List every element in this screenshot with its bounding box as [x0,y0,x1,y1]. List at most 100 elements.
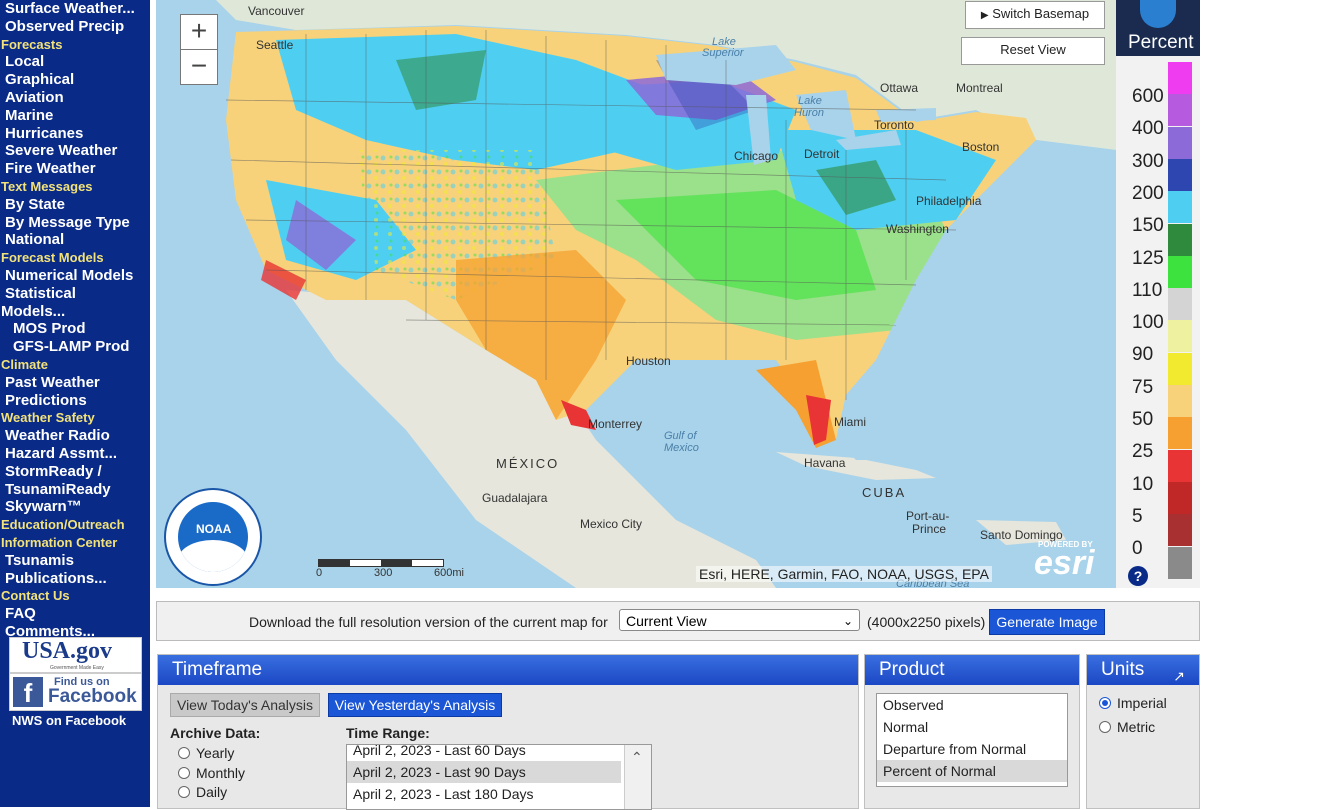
map-label-washington: Washington [886,222,949,236]
noaa-logo: NOAA [164,488,262,586]
units-imperial-radio[interactable]: Imperial [1099,695,1167,711]
sidebar-nav-link[interactable]: FAQ [0,605,150,623]
legend-swatch [1168,288,1192,321]
help-icon[interactable]: ? [1128,566,1148,586]
archive-daily-radio[interactable]: Daily [178,784,227,800]
sidebar-nav-link[interactable]: Numerical Models [0,267,150,285]
download-extent-select[interactable]: Current View ⌄ [619,609,860,631]
legend-header: Percent [1116,0,1200,56]
precip-map[interactable]: + − ▶ Switch Basemap Reset View Vancouve… [156,0,1116,588]
product-option-departure[interactable]: Departure from Normal [877,738,1067,760]
sidebar-nav-link[interactable]: Publications... [0,570,150,588]
sidebar-nav-link[interactable]: Statistical [0,285,150,303]
legend-swatch [1168,94,1192,127]
usagov-logo[interactable]: USA.gov Government Made Easy [9,637,142,673]
nws-facebook-link[interactable]: NWS on Facebook [12,713,126,728]
legend-label: 0 [1132,538,1143,560]
legend-label: 600 [1132,86,1164,107]
sidebar-nav-link[interactable]: Models... [0,303,150,321]
sidebar-section-heading: Climate [1,356,48,372]
time-range-option-selected[interactable]: April 2, 2023 - Last 90 Days [347,761,621,783]
sidebar-nav-link[interactable]: TsunamiReady [0,481,150,499]
scale-bar [318,559,444,567]
sidebar-nav-link[interactable]: Graphical [0,71,150,89]
radio-icon [178,786,190,799]
map-label-port-au-prince-2: Prince [912,522,947,536]
map-label-port-au-prince-1: Port-au- [906,509,950,523]
sidebar-nav-link[interactable]: Marine [0,107,150,125]
facebook-link[interactable]: f Find us on Facebook [9,673,142,711]
sidebar-nav-link[interactable]: Local [0,53,150,71]
usagov-subtext: Government Made Easy [50,665,104,671]
map-label-lake-huron-2: Huron [794,107,824,119]
map-label-houston: Houston [626,354,671,368]
archive-yearly-radio[interactable]: Yearly [178,745,234,761]
zoom-out-button[interactable]: − [180,49,218,85]
sidebar-nav-link[interactable]: By State [0,196,150,214]
caret-right-icon: ▶ [980,10,989,21]
sidebar-nav-link[interactable]: Fire Weather [0,160,150,178]
sidebar-nav-link[interactable]: MOS Prod [0,320,150,338]
sidebar-nav-link[interactable]: Tsunamis [0,552,150,570]
archive-daily-label: Daily [196,784,228,800]
sidebar-nav-link[interactable]: By Message Type [0,214,150,232]
legend-swatch [1168,417,1192,450]
time-range-scrollbar[interactable]: ⌃ [624,745,651,809]
sidebar-nav-link[interactable]: National [0,231,150,249]
expand-icon[interactable]: ↗ [1173,661,1185,691]
time-range-listbox[interactable]: April 2, 2023 - Last 60 Days April 2, 20… [346,744,652,810]
legend-swatch [1168,158,1192,191]
zoom-in-button[interactable]: + [180,14,218,50]
generate-image-button[interactable]: Generate Image [989,609,1105,635]
sidebar-nav-link[interactable]: Hazard Assmt... [0,445,150,463]
sidebar-nav-link[interactable]: Surface Weather... [0,0,150,18]
sidebar-nav-link[interactable]: Past Weather [0,374,150,392]
sidebar-nav-link[interactable]: StormReady / [0,463,150,481]
map-label-gulf-1: Gulf of [664,430,697,442]
sidebar-nav-link[interactable]: Severe Weather [0,142,150,160]
radio-icon [178,767,190,780]
map-label-detroit: Detroit [804,147,840,161]
sidebar-section-heading: Weather Safety [1,410,95,426]
product-option-percent[interactable]: Percent of Normal [877,760,1067,782]
sidebar-nav-link[interactable]: Predictions [0,392,150,410]
view-today-button[interactable]: View Today's Analysis [170,693,320,717]
sidebar-nav-link[interactable]: Weather Radio [0,427,150,445]
legend-label: 110 [1132,279,1163,301]
sidebar-nav-link[interactable]: GFS-LAMP Prod [0,338,150,356]
time-range-option[interactable]: April 2, 2023 - Last 180 Days [347,783,621,805]
product-listbox[interactable]: Observed Normal Departure from Normal Pe… [876,693,1068,787]
product-option-normal[interactable]: Normal [877,716,1067,738]
radio-checked-icon [1099,697,1111,710]
archive-yearly-label: Yearly [196,745,235,761]
units-header: Units ↗ [1087,655,1199,685]
time-range-option[interactable]: April 2, 2023 - Last 60 Days [347,745,621,761]
switch-basemap-button[interactable]: ▶ Switch Basemap [965,1,1105,29]
reset-view-button[interactable]: Reset View [961,37,1105,65]
sidebar-section-heading: Contact Us [1,588,70,604]
facebook-name-text: Facebook [48,686,137,707]
legend-swatch [1168,546,1192,579]
units-metric-radio[interactable]: Metric [1099,719,1155,735]
map-label-guadalajara: Guadalajara [482,491,548,505]
legend-label: 100 [1132,312,1164,334]
map-label-lake-superior-2: Superior [702,47,744,59]
chevron-up-icon[interactable]: ⌃ [631,749,643,766]
facebook-icon: f [13,677,43,708]
scale-label-600: 600mi [434,567,464,579]
sidebar-nav-link[interactable]: Hurricanes [0,125,150,143]
sidebar-nav-link[interactable]: Skywarn™ [0,498,150,516]
legend-label: 10 [1132,473,1154,495]
archive-monthly-radio[interactable]: Monthly [178,765,245,781]
view-yesterday-button[interactable]: View Yesterday's Analysis [328,693,502,717]
sidebar-nav-link[interactable]: Aviation [0,89,150,107]
legend-label: 75 [1132,376,1154,398]
product-option-observed[interactable]: Observed [877,694,1067,716]
map-label-gulf-2: Mexico [664,442,699,454]
map-label-havana: Havana [804,456,846,470]
noaa-small-icon [1140,0,1176,28]
download-text: Download the full resolution version of … [249,614,608,630]
sidebar-nav-link[interactable]: Observed Precip [0,18,150,36]
legend-label: 5 [1132,505,1143,527]
product-panel: Product Observed Normal Departure from N… [864,654,1080,809]
